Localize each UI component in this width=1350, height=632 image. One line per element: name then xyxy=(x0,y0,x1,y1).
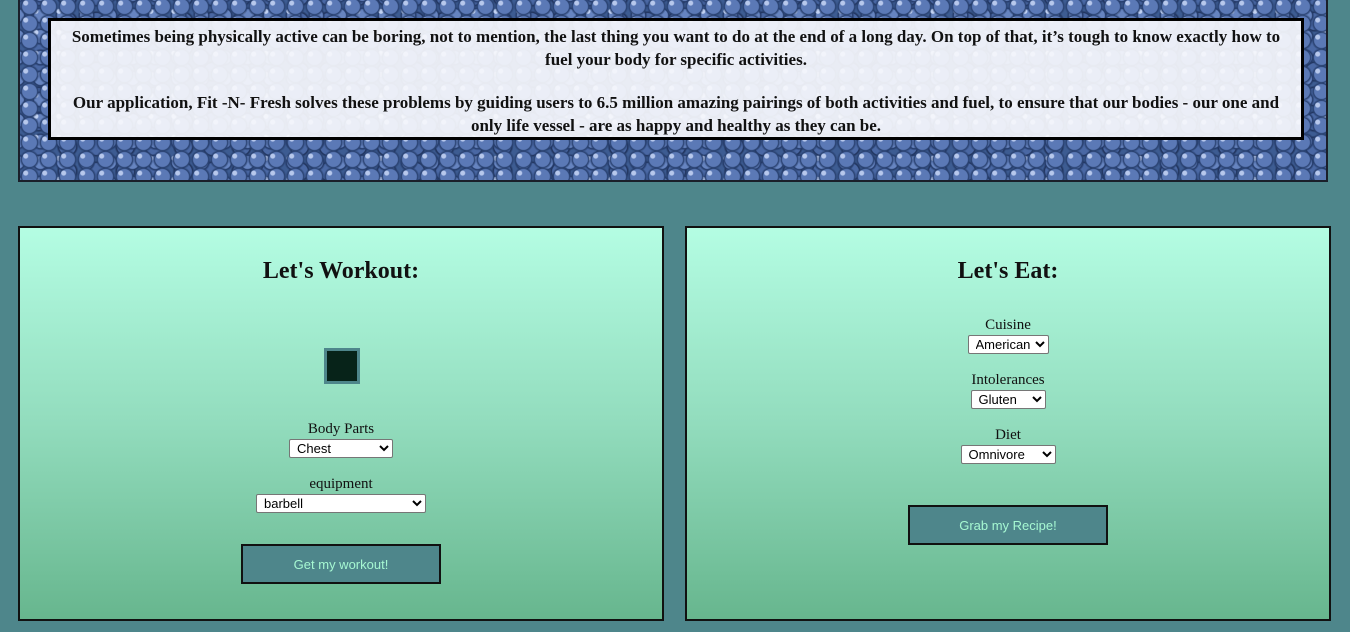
blueberry-banner: Sometimes being physically active can be… xyxy=(18,0,1328,182)
diet-label: Diet xyxy=(995,427,1021,443)
intolerances-label: Intolerances xyxy=(971,372,1045,388)
get-workout-button[interactable]: Get my workout! xyxy=(241,544,441,584)
grab-recipe-button[interactable]: Grab my Recipe! xyxy=(908,505,1108,545)
body-parts-select[interactable]: Chest xyxy=(289,439,393,458)
intolerances-select[interactable]: Gluten xyxy=(970,390,1046,409)
intro-text-box: Sometimes being physically active can be… xyxy=(48,18,1304,140)
workout-panel: Let's Workout: Body Parts Chest equipmen… xyxy=(18,226,664,621)
intro-paragraph-1: Sometimes being physically active can be… xyxy=(71,27,1281,69)
equipment-field: equipment barbell xyxy=(20,476,662,513)
intolerances-field: Intolerances Gluten xyxy=(687,372,1329,409)
cuisine-select[interactable]: American xyxy=(967,335,1049,354)
cuisine-field: Cuisine American xyxy=(687,317,1329,354)
body-parts-label: Body Parts xyxy=(307,421,375,437)
equipment-label: equipment xyxy=(309,476,373,492)
eat-panel: Let's Eat: Cuisine American Intolerances… xyxy=(685,226,1331,621)
workout-image-icon xyxy=(324,348,360,384)
eat-title: Let's Eat: xyxy=(957,258,1059,284)
intro-paragraph-2: Our application, Fit -N- Fresh solves th… xyxy=(72,93,1280,135)
diet-select[interactable]: Omnivore xyxy=(960,445,1056,464)
body-parts-field: Body Parts Chest xyxy=(20,421,662,458)
cuisine-label: Cuisine xyxy=(985,317,1031,333)
diet-field: Diet Omnivore xyxy=(687,427,1329,464)
workout-title: Let's Workout: xyxy=(262,258,420,284)
equipment-select[interactable]: barbell xyxy=(256,494,426,513)
